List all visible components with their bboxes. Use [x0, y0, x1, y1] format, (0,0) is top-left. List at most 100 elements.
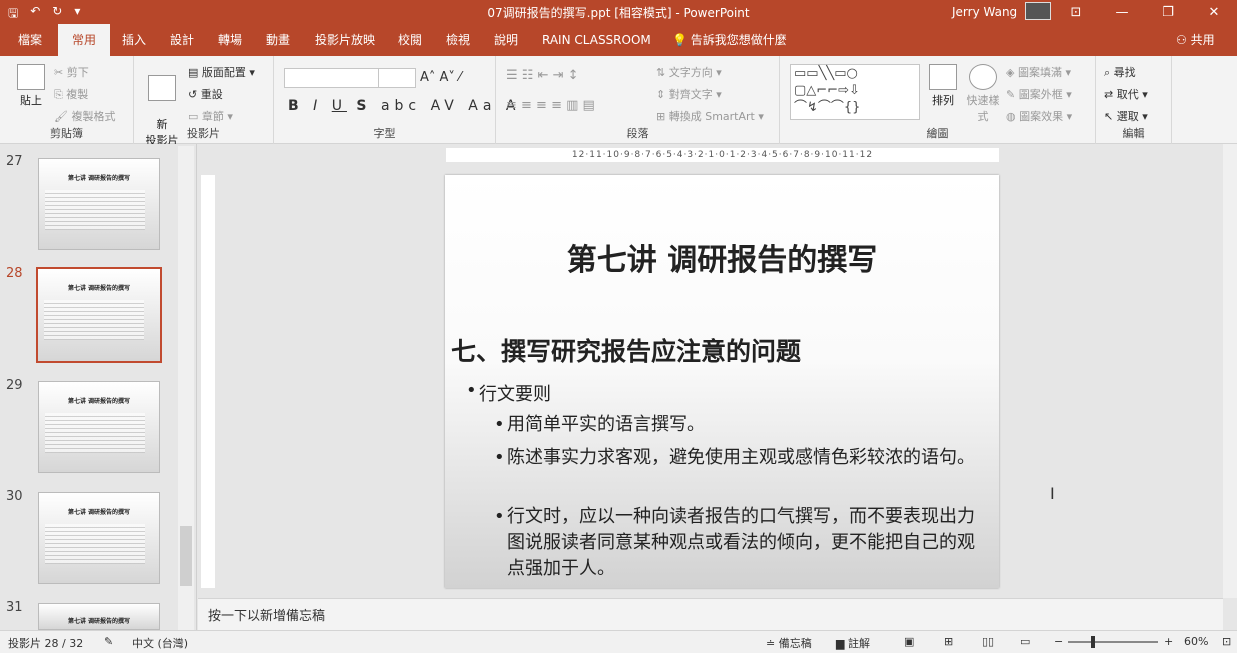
bullet-level1[interactable]: • 行文要则	[466, 380, 551, 406]
thumbnail-number: 31	[6, 600, 23, 615]
tab-file[interactable]: 檔案	[18, 24, 42, 56]
slide-thumbnail-27[interactable]: 第七讲 调研报告的撰写	[38, 158, 160, 250]
slide-thumbnail-31[interactable]: 第七讲 调研报告的撰写	[38, 603, 160, 630]
layout-button[interactable]: ▤ 版面配置 ▾	[188, 64, 255, 80]
quick-styles-button[interactable]: 快速樣式	[966, 64, 1000, 124]
normal-view-icon[interactable]: ▣	[904, 635, 914, 648]
ribbon: 貼上 ✂ 剪下 ⎘ 複製 🖌 複製格式 剪貼簿 新 投影片 ▤ 版面配置 ▾ ↺…	[0, 56, 1237, 147]
clipboard-group: 貼上 ✂ 剪下 ⎘ 複製 🖌 複製格式 剪貼簿	[0, 56, 134, 144]
status-bar: 投影片 28 / 32 ✎ 中文 (台灣) ≐ 備忘稿 ▆ 註解 ▣ ⊞ ▯▯ …	[0, 630, 1237, 653]
slides-group: 新 投影片 ▤ 版面配置 ▾ ↺ 重設 ▭ 章節 ▾ 投影片	[134, 56, 274, 147]
grow-font-icon[interactable]: A˄ A˅ ⁄	[420, 70, 461, 85]
zoom-level[interactable]: 60%	[1184, 635, 1208, 648]
paragraph-group: ☰ ☷ ⇤ ⇥ ↕ ≡ ≡ ≡ ≡ ▥ ▤ ⇅ 文字方向 ▾ ⇕ 對齊文字 ▾ …	[496, 56, 780, 144]
share-button[interactable]: ⚇ 共用	[1176, 24, 1215, 56]
slides-group-label: 投影片	[187, 127, 220, 140]
font-group-label: 字型	[373, 127, 396, 140]
bullet-level2[interactable]: • 用简单平实的语言撰写。	[494, 412, 981, 438]
text-direction-button[interactable]: ⇅ 文字方向 ▾	[656, 64, 722, 80]
tab-design[interactable]: 設計	[170, 24, 194, 56]
slide-indicator: 投影片 28 / 32	[8, 637, 84, 650]
slide-title[interactable]: 第七讲 调研报告的撰写	[445, 235, 999, 279]
find-button[interactable]: ⌕ 尋找	[1104, 64, 1136, 80]
ribbon-display-icon[interactable]: ⊡	[1053, 0, 1099, 24]
thumbnail-number: 30	[6, 489, 23, 504]
shape-fill-button[interactable]: ◈ 圖案填滿 ▾	[1006, 64, 1071, 80]
section-button[interactable]: ▭ 章節 ▾	[188, 108, 233, 124]
align-text-button[interactable]: ⇕ 對齊文字 ▾	[656, 86, 722, 102]
tell-me-box[interactable]: 💡 告訴我您想做什麼	[672, 24, 787, 56]
thumbnail-scrollbar[interactable]	[178, 146, 194, 630]
spellcheck-icon[interactable]: ✎	[104, 635, 113, 648]
shapes-gallery[interactable]: ▭▭╲╲▭○ ▢△⌐⌐⇨⇩ ⌒↯⌒⌒{}	[790, 64, 920, 120]
paste-button[interactable]: 貼上	[14, 64, 48, 108]
slide-thumbnail-29[interactable]: 第七讲 调研报告的撰写	[38, 381, 160, 473]
tab-home[interactable]: 常用	[58, 24, 111, 56]
tab-insert[interactable]: 插入	[122, 24, 146, 56]
tab-transitions[interactable]: 轉場	[218, 24, 242, 56]
language-indicator[interactable]: 中文 (台灣)	[132, 635, 188, 651]
pointer-icon: ↖	[1104, 110, 1114, 123]
slide-canvas[interactable]: 第七讲 调研报告的撰写 七、撰写研究报告应注意的问题 • 行文要则 • 用简单平实的…	[445, 175, 999, 588]
minimize-icon[interactable]: —	[1099, 0, 1145, 24]
arrange-button[interactable]: 排列	[926, 64, 960, 108]
slide-heading[interactable]: 七、撰写研究报告应注意的问题	[451, 332, 801, 368]
horizontal-ruler: 12·11·10·9·8·7·6·5·4·3·2·1·0·1·2·3·4·5·6…	[446, 148, 999, 162]
scrollbar-thumb[interactable]	[180, 526, 192, 586]
thumbnail-number: 29	[6, 378, 23, 393]
font-size-dropdown[interactable]	[378, 69, 416, 87]
font-group: A˄ A˅ ⁄ B I U S abc AV Aa A 字型	[274, 56, 515, 144]
editing-group: ⌕ 尋找 ⇄ 取代 ▾ ↖ 選取 ▾ 編輯	[1096, 56, 1172, 144]
select-button[interactable]: ↖ 選取 ▾	[1104, 108, 1148, 124]
align-icons[interactable]: ≡ ≡ ≡ ≡ ▥ ▤	[506, 98, 595, 113]
notes-pane[interactable]: 按一下以新增備忘稿	[198, 598, 1223, 630]
notes-placeholder: 按一下以新增備忘稿	[208, 609, 326, 624]
quick-styles-icon	[969, 64, 997, 90]
slideshow-icon[interactable]: ▭	[1020, 635, 1030, 648]
bullet-icon: •	[494, 414, 505, 435]
zoom-out-icon[interactable]: −	[1054, 635, 1063, 648]
zoom-slider[interactable]	[1068, 636, 1158, 648]
person-icon: ⚇	[1176, 33, 1191, 47]
shape-outline-button[interactable]: ✎ 圖案外框 ▾	[1006, 86, 1072, 102]
zoom-in-icon[interactable]: +	[1164, 635, 1173, 648]
comments-toggle[interactable]: ▆ 註解	[836, 635, 870, 651]
cut-button[interactable]: ✂ 剪下	[54, 64, 89, 80]
font-format-buttons[interactable]: B I U S abc AV Aa A	[288, 98, 520, 114]
thumbnail-number: 28	[6, 266, 23, 281]
slide-thumbnail-panel[interactable]: 27 第七讲 调研报告的撰写 28 第七讲 调研报告的撰写 29 第七讲 调研报…	[0, 144, 197, 630]
close-icon[interactable]: ✕	[1191, 0, 1237, 24]
text-cursor-icon: I	[1050, 484, 1055, 503]
notes-toggle[interactable]: ≐ 備忘稿	[766, 635, 812, 651]
zoom-slider-knob[interactable]	[1091, 636, 1095, 648]
clipboard-group-label: 剪貼簿	[50, 127, 83, 140]
restore-icon[interactable]: ❐	[1145, 0, 1191, 24]
copy-button[interactable]: ⎘ 複製	[54, 86, 88, 102]
bullet-level2[interactable]: • 陈述事实力求客观，避免使用主观或感情色彩较浓的语句。	[494, 445, 981, 471]
slide-sorter-icon[interactable]: ⊞	[944, 635, 953, 648]
tab-view[interactable]: 檢視	[446, 24, 470, 56]
tab-review[interactable]: 校閱	[398, 24, 422, 56]
shape-effects-button[interactable]: ◍ 圖案效果 ▾	[1006, 108, 1072, 124]
paragraph-group-label: 段落	[626, 127, 649, 140]
tab-help[interactable]: 說明	[494, 24, 518, 56]
slide-thumbnail-28[interactable]: 第七讲 调研报告的撰写	[36, 267, 162, 363]
thumbnail-number: 27	[6, 154, 23, 169]
reading-view-icon[interactable]: ▯▯	[982, 635, 994, 648]
user-account[interactable]: Jerry Wang	[952, 2, 1052, 20]
bullet-level2[interactable]: • 行文时，应以一种向读者报告的口气撰写，而不要表现出力图说服读者同意某种观点或看…	[494, 504, 981, 582]
bullet-icon: •	[494, 447, 505, 468]
editor-scrollbar[interactable]	[1223, 144, 1237, 598]
bullet-icon: •	[494, 506, 505, 527]
slide-thumbnail-30[interactable]: 第七讲 调研报告的撰写	[38, 492, 160, 584]
vertical-ruler	[201, 175, 215, 588]
tab-animations[interactable]: 動畫	[266, 24, 290, 56]
fit-slide-icon[interactable]: ⊡	[1222, 635, 1231, 648]
tab-rain-classroom[interactable]: RAIN CLASSROOM	[542, 24, 651, 56]
format-painter-button[interactable]: 🖌 複製格式	[54, 108, 115, 124]
replace-button[interactable]: ⇄ 取代 ▾	[1104, 86, 1148, 102]
smartart-button[interactable]: ⊞ 轉換成 SmartArt ▾	[656, 108, 764, 124]
reset-button[interactable]: ↺ 重設	[188, 86, 223, 102]
list-icons[interactable]: ☰ ☷ ⇤ ⇥ ↕	[506, 68, 579, 83]
tab-slideshow[interactable]: 投影片放映	[315, 24, 375, 56]
